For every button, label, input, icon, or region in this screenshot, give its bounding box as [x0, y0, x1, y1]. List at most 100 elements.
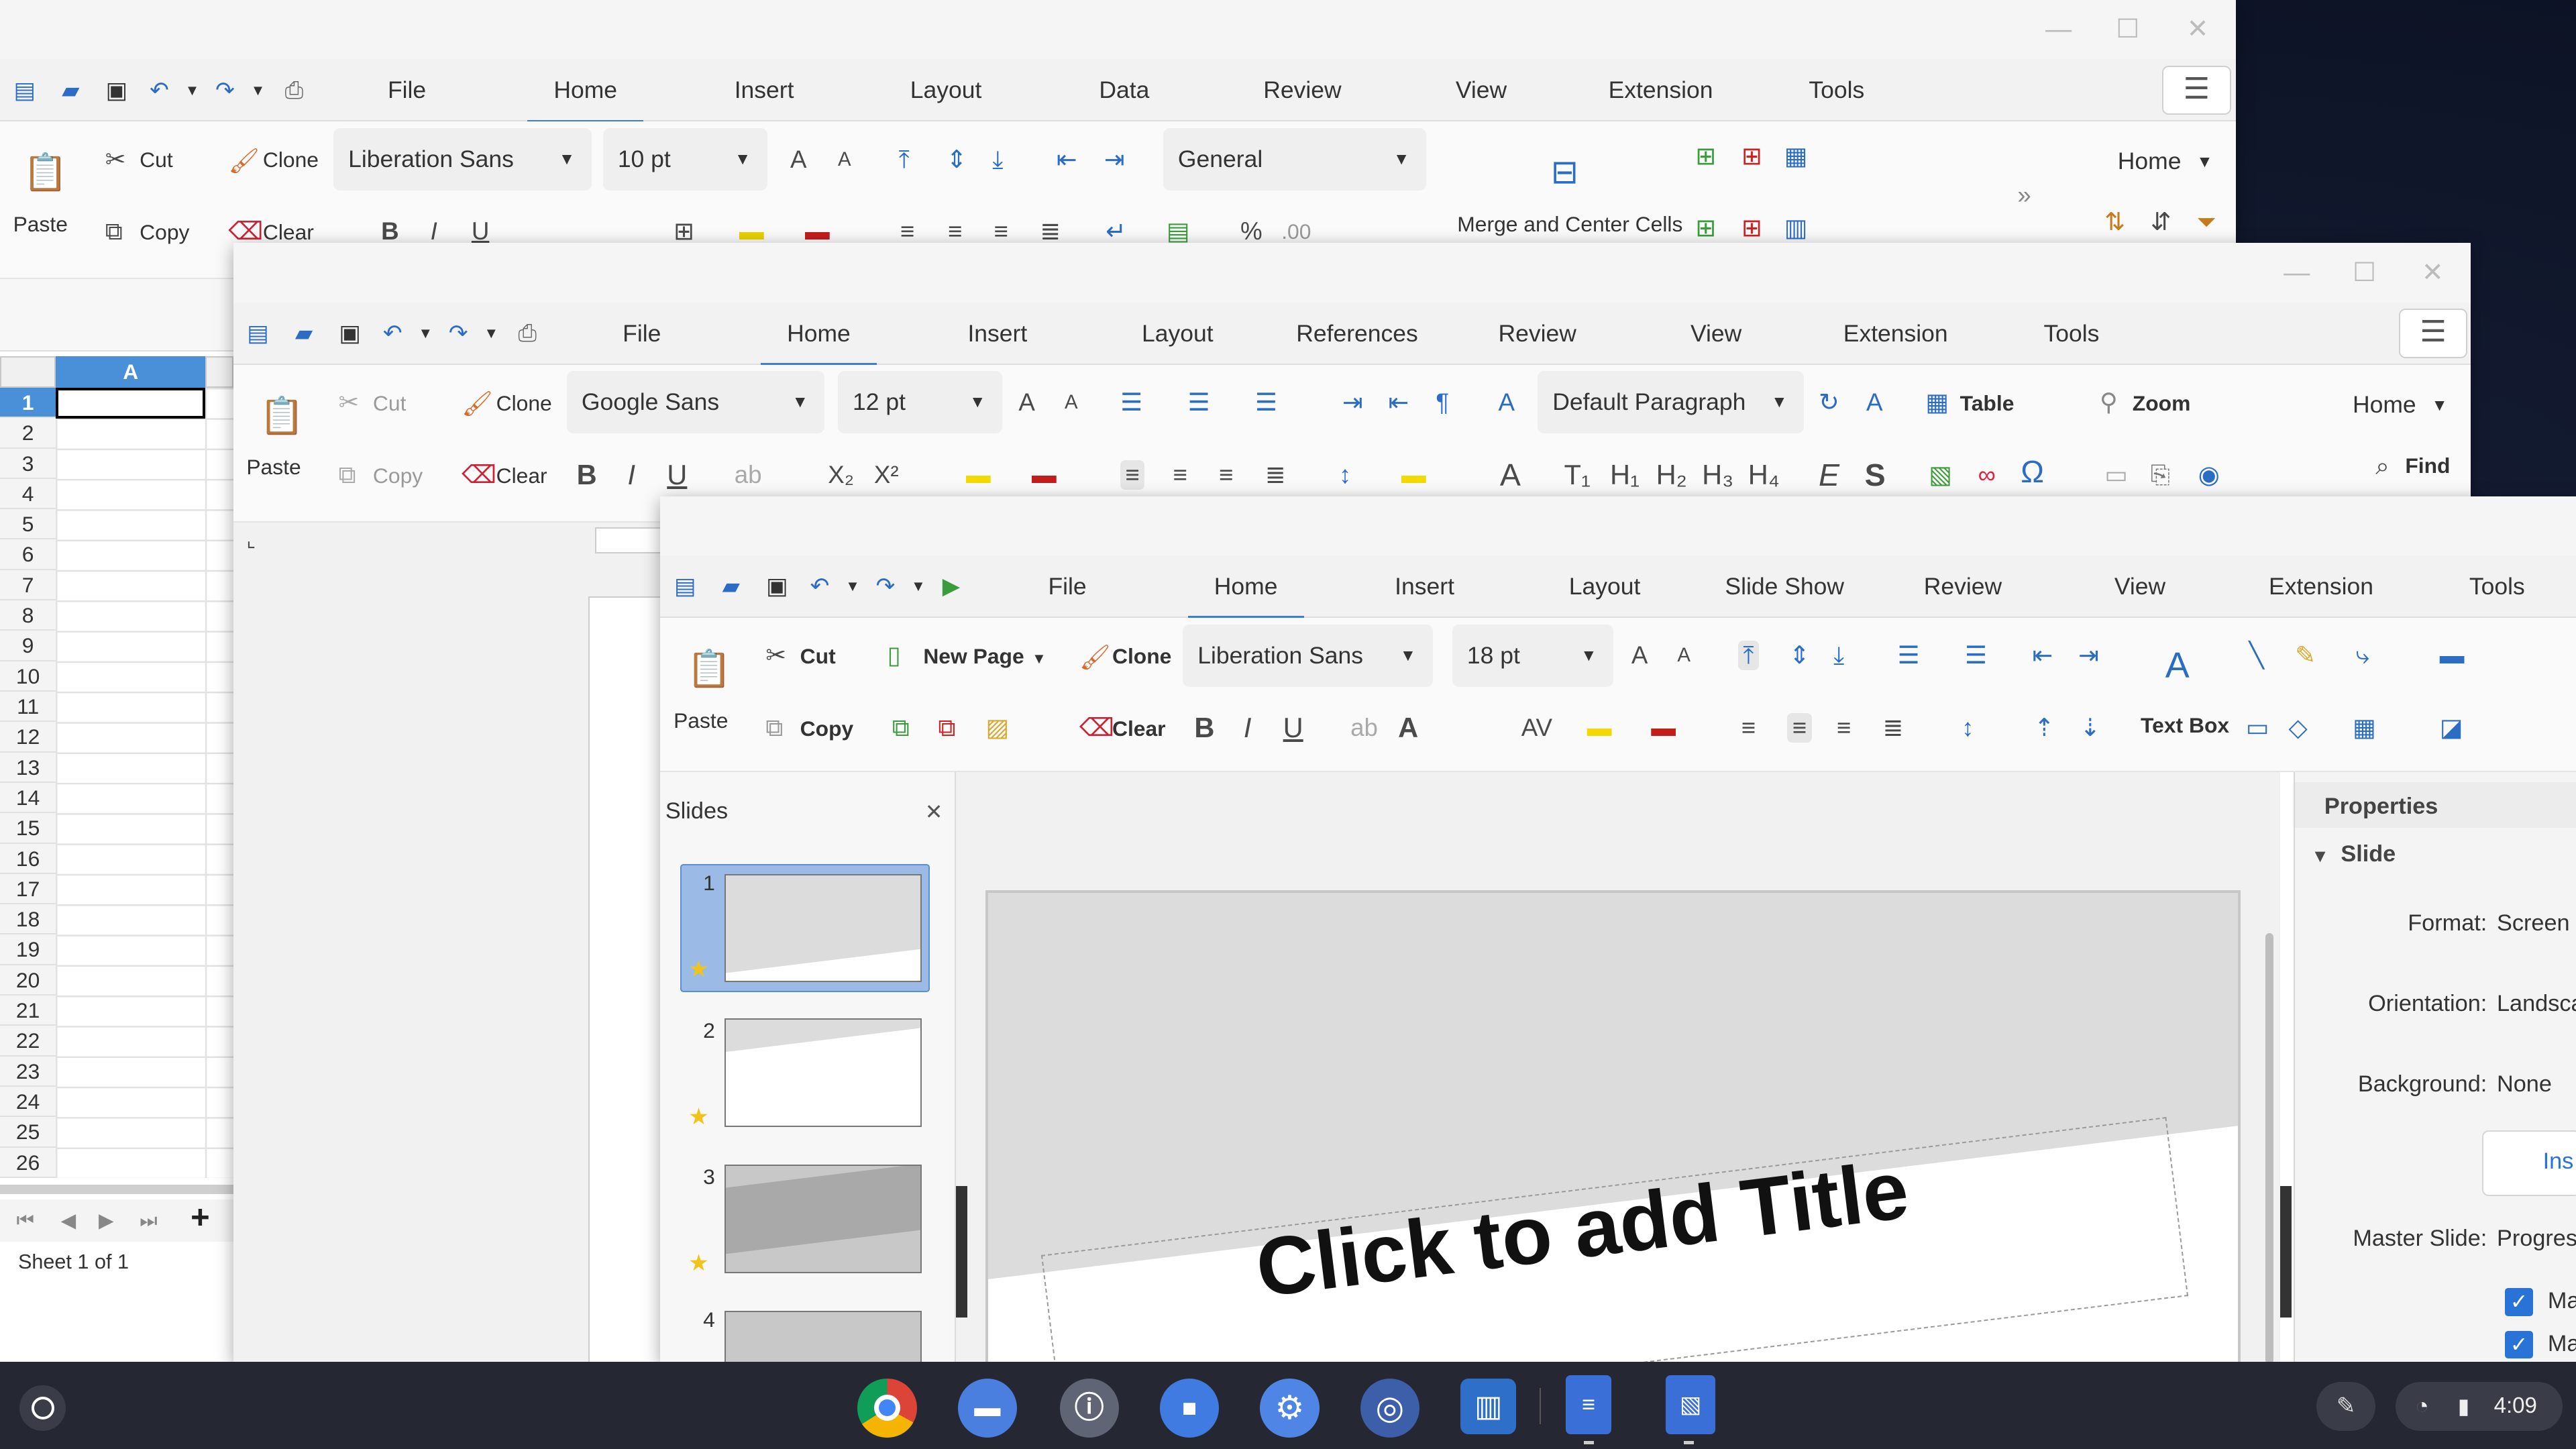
minimize-icon[interactable]: — — [2045, 16, 2072, 42]
calc-tab-file[interactable]: File — [388, 59, 426, 121]
char-spacing-icon[interactable]: AV — [1521, 713, 1552, 743]
align-center-icon[interactable]: ≡ — [1173, 460, 1187, 490]
writer-menu-button[interactable]: ☰ — [2398, 309, 2468, 358]
calc-number-format-combo[interactable]: General ▼ — [1163, 128, 1426, 191]
master-check-1-icon[interactable]: ✓ — [2505, 1288, 2533, 1316]
row-header[interactable]: 14 — [0, 782, 56, 814]
indent-increase-icon[interactable]: ⇥ — [1104, 145, 1125, 174]
font-color-icon[interactable]: ▬ — [805, 217, 830, 246]
row-header[interactable]: 17 — [0, 873, 56, 905]
title-icon[interactable]: T₁ — [1564, 460, 1590, 490]
impress-text-box-label[interactable]: Text Box — [2141, 713, 2229, 738]
numbering-icon[interactable]: ☰ — [1188, 388, 1210, 417]
undo-dropdown-icon[interactable]: ▼ — [838, 572, 867, 601]
calc-paste-label[interactable]: Paste — [13, 212, 68, 237]
impress-cut-label[interactable]: Cut — [800, 644, 836, 669]
font-color-icon[interactable]: ▬ — [1651, 713, 1676, 743]
print-icon[interactable]: ⎙ — [513, 319, 542, 348]
sort-ascending-icon[interactable]: ⇅ — [2104, 207, 2125, 237]
sidebar-toggle-icon[interactable]: ▤ — [10, 76, 40, 105]
clear-icon[interactable]: ⌫ — [1079, 713, 1114, 743]
network-icon[interactable]: ◎ — [1360, 1378, 1419, 1438]
insert-rows-icon[interactable]: ⊞ — [1695, 142, 1716, 171]
currency-icon[interactable]: ▤ — [1167, 217, 1190, 246]
impress-clear-label[interactable]: Clear — [1112, 716, 1166, 741]
bold-icon[interactable]: B — [577, 460, 597, 490]
shrink-font-icon[interactable]: A — [1677, 641, 1690, 670]
clear-icon[interactable]: ⌫ — [228, 217, 263, 246]
fill-color-icon[interactable]: ◪ — [2440, 713, 2463, 743]
arrange-icon[interactable]: ▦ — [2353, 713, 2376, 743]
calc-column-a-header[interactable]: A — [56, 356, 206, 388]
align-bottom-icon[interactable]: ⤓ — [1833, 641, 1844, 670]
slide-canvas[interactable]: Click to add Title — [985, 890, 2241, 1364]
pilcrow-icon[interactable]: ¶ — [1436, 388, 1449, 417]
open-folder-icon[interactable]: ▰ — [716, 572, 746, 601]
row-header[interactable]: 21 — [0, 996, 56, 1026]
calc-tab-tools[interactable]: Tools — [1809, 59, 1864, 121]
more-icon[interactable]: » — [2017, 180, 2031, 210]
italic-icon[interactable]: I — [1244, 712, 1252, 743]
writer-tab-references[interactable]: References — [1296, 303, 1418, 365]
settings-icon[interactable]: ⚙ — [1260, 1378, 1320, 1438]
font-color-icon[interactable]: ▬ — [1032, 460, 1057, 490]
table-icon[interactable]: ▦ — [1925, 388, 1949, 417]
writer-cut-label[interactable]: Cut — [373, 391, 407, 416]
redo-icon[interactable]: ↷ — [210, 76, 239, 105]
undo-icon[interactable]: ↶ — [145, 76, 174, 105]
calc-cell-grid[interactable] — [56, 387, 233, 1178]
clear-icon[interactable]: ⌫ — [462, 460, 496, 490]
strong-icon[interactable]: S — [1865, 459, 1886, 490]
add-sheet-icon[interactable]: + — [191, 1201, 210, 1234]
slide-thumbnail[interactable] — [724, 1165, 922, 1273]
row-header[interactable]: 22 — [0, 1026, 56, 1057]
calc-merge-label[interactable]: Merge and Center Cells — [1457, 212, 1682, 237]
delete-rows-icon[interactable]: ⊞ — [1741, 142, 1762, 171]
slide-thumbnail[interactable] — [724, 1018, 922, 1127]
video-icon[interactable]: ■ — [1159, 1378, 1220, 1438]
align-right-icon[interactable]: ≡ — [1837, 713, 1851, 743]
calc-column-b-header[interactable] — [205, 356, 233, 388]
italic-icon[interactable]: I — [431, 217, 437, 246]
grow-font-icon[interactable]: A — [1631, 641, 1648, 670]
col-format-icon[interactable]: ▥ — [1784, 213, 1808, 243]
next-sheet-icon[interactable]: ▶ — [99, 1206, 114, 1236]
new-page-dropdown-icon[interactable]: ▼ — [1032, 644, 1046, 674]
writer-tab-tools[interactable]: Tools — [2044, 303, 2100, 365]
writer-tab-file[interactable]: File — [623, 303, 661, 365]
strikethrough-icon[interactable]: ab — [735, 460, 762, 490]
docs-icon[interactable]: ≡ — [1565, 1375, 1612, 1434]
home-dropdown-icon[interactable]: ▼ — [2432, 391, 2448, 421]
calc-clone-label[interactable]: Clone — [263, 148, 319, 172]
align-top-icon[interactable]: ⤒ — [899, 145, 910, 174]
impress-new-page-label[interactable]: New Page — [923, 644, 1024, 669]
align-top-icon[interactable]: ⤒ — [1738, 641, 1759, 671]
impress-tab-slideshow[interactable]: Slide Show — [1725, 555, 1844, 618]
impress-font-size-combo[interactable]: 18 pt ▼ — [1452, 624, 1613, 687]
copy-icon[interactable]: ⧉ — [338, 460, 356, 490]
calc-copy-label[interactable]: Copy — [140, 220, 189, 245]
line-spacing-icon[interactable]: ↕ — [1962, 713, 1974, 743]
calc-font-name-combo[interactable]: Liberation Sans ▼ — [333, 128, 592, 191]
impress-tab-review[interactable]: Review — [1924, 555, 2002, 618]
track-icon[interactable]: ⎘ — [2151, 460, 2170, 490]
writer-tab-layout[interactable]: Layout — [1142, 303, 1214, 365]
writer-ruler[interactable] — [594, 527, 669, 554]
insert-image-label[interactable]: Ins — [2543, 1148, 2574, 1175]
home-dropdown-icon[interactable]: ▼ — [2196, 148, 2212, 177]
stylus-button[interactable]: ✎ — [2316, 1381, 2376, 1432]
status-tray[interactable]: ◔ ▮ 4:09 — [2395, 1381, 2563, 1432]
first-sheet-icon[interactable]: ⏮ — [16, 1206, 34, 1236]
maximize-icon[interactable]: ☐ — [2116, 16, 2139, 42]
files-icon[interactable]: ▬ — [957, 1378, 1017, 1438]
row-header[interactable]: 4 — [0, 478, 56, 510]
cut-icon[interactable]: ✂ — [765, 641, 786, 670]
vertical-scrollbar[interactable] — [2265, 933, 2274, 1364]
bold-icon[interactable]: B — [1194, 712, 1214, 743]
grow-font-icon[interactable]: A — [1018, 388, 1035, 417]
calc-home-dropdown[interactable]: Home — [2118, 148, 2182, 175]
para-spacing-up-icon[interactable]: ⇡ — [2034, 713, 2055, 743]
row-header[interactable]: 16 — [0, 843, 56, 874]
cut-icon[interactable]: ✂ — [105, 145, 126, 174]
save-icon[interactable]: ▣ — [102, 76, 131, 105]
